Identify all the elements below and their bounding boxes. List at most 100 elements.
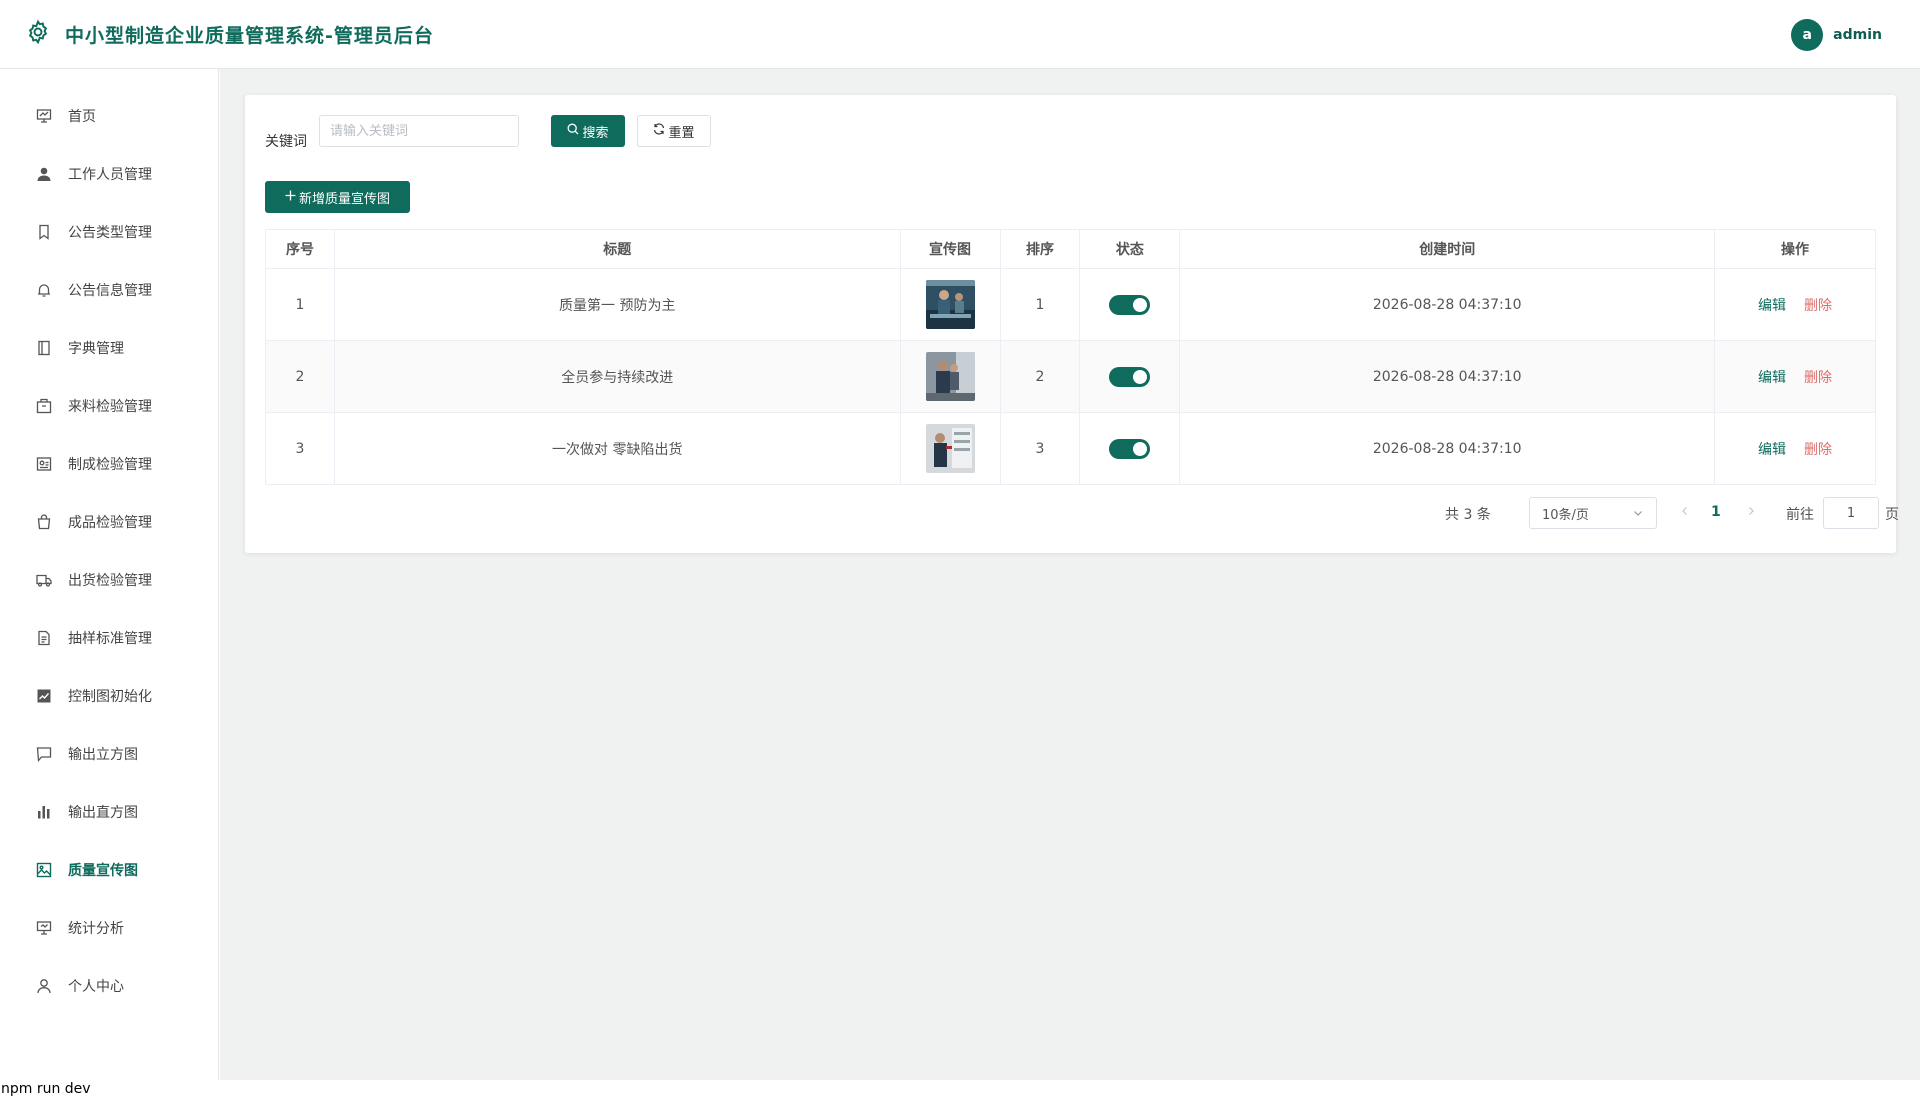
sidebar-item-label: 统计分析 [68,921,124,937]
chevron-left-icon [1679,505,1691,521]
chevron-down-icon [1632,507,1644,523]
brand: 中小型制造企业质量管理系统-管理员后台 [25,19,434,49]
next-page-button[interactable] [1745,505,1757,521]
sidebar-item-staff[interactable]: 工作人员管理 [0,145,219,203]
edit-link[interactable]: 编辑 [1758,298,1786,314]
picture-icon [35,861,53,879]
add-poster-button-label: 新增质量宣传图 [298,191,390,207]
cell-status [1079,412,1181,485]
sidebar-item-histogram[interactable]: 输出直方图 [0,783,219,841]
status-toggle[interactable] [1109,438,1151,459]
status-toggle[interactable] [1109,294,1151,315]
truck-icon [35,571,53,589]
sidebar-item-label: 个人中心 [68,979,124,995]
search-button[interactable]: 搜索 [551,115,625,147]
table-header-row: 序号 标题 宣传图 排序 状态 创建时间 操作 [265,229,1876,269]
sidebar-item-home[interactable]: 首页 [0,87,219,145]
search-button-label: 搜索 [582,125,609,141]
table-row: 3 一次做对 零缺陷出货 3 2026-08-28 04:37:10 编辑 删除 [265,412,1876,485]
column-header-actions: 操作 [1714,229,1876,269]
page-number-current[interactable]: 1 [1711,504,1721,520]
sidebar-item-label: 字典管理 [68,341,124,357]
sidebar-item-control-chart[interactable]: 控制图初始化 [0,667,219,725]
box-icon [35,397,53,415]
table-row: 1 质量第一 预防为主 1 2026-08-28 04:37:10 编辑 删除 [265,268,1876,341]
cell-title: 一次做对 零缺陷出货 [334,412,901,485]
sidebar-item-dictionary[interactable]: 字典管理 [0,319,219,377]
page-suffix-label: 页 [1885,507,1899,523]
cell-index: 2 [265,340,335,413]
user-outline-icon [35,977,53,995]
cell-created: 2026-08-28 04:37:10 [1179,412,1716,485]
search-icon [567,123,582,139]
keyword-label: 关键词 [265,134,307,150]
sidebar-item-label: 首页 [68,109,96,125]
status-toggle[interactable] [1109,366,1151,387]
column-header-title: 标题 [334,229,901,269]
terminal-text: npm run dev [0,1080,1920,1098]
shopping-bag-icon [35,513,53,531]
sidebar-item-process-inspection[interactable]: 制成检验管理 [0,435,219,493]
goto-page-input[interactable] [1823,497,1879,529]
poster-thumbnail[interactable] [925,280,975,329]
cell-image [900,268,1001,341]
cell-created: 2026-08-28 04:37:10 [1179,340,1716,413]
sidebar-item-notice-type[interactable]: 公告类型管理 [0,203,219,261]
column-header-created: 创建时间 [1179,229,1716,269]
table-row: 2 全员参与持续改进 2 2026-08-28 04:37:10 编辑 删除 [265,340,1876,413]
edit-link[interactable]: 编辑 [1758,370,1786,386]
sidebar-item-sampling-standard[interactable]: 抽样标准管理 [0,609,219,667]
column-header-sort: 排序 [1000,229,1081,269]
main-content: 关键词 搜索 重置 新增质量宣传图 序号 标题 宣传图 排序 状态 创建时间 [220,69,1920,1080]
prev-page-button[interactable] [1679,505,1691,521]
user-menu[interactable]: a admin [1791,19,1882,51]
sidebar-item-label: 控制图初始化 [68,689,152,705]
cell-index: 3 [265,412,335,485]
sidebar-item-final-inspection[interactable]: 成品检验管理 [0,493,219,551]
poster-thumbnail[interactable] [925,352,975,401]
presentation-icon [35,745,53,763]
page-size-select[interactable]: 10条/页 [1529,497,1657,529]
poster-thumbnail[interactable] [925,424,975,473]
page-size-value: 10条/页 [1542,507,1589,523]
edit-link[interactable]: 编辑 [1758,442,1786,458]
sidebar-item-incoming-inspection[interactable]: 来料检验管理 [0,377,219,435]
top-bar: 中小型制造企业质量管理系统-管理员后台 a admin [0,0,1920,69]
sidebar-item-notice-info[interactable]: 公告信息管理 [0,261,219,319]
notebook-icon [35,339,53,357]
cell-status [1079,268,1181,341]
sidebar-item-label: 质量宣传图 [68,863,138,879]
cell-actions: 编辑 删除 [1714,412,1876,485]
column-header-status: 状态 [1079,229,1181,269]
delete-link[interactable]: 删除 [1804,370,1832,386]
sidebar-item-cube-chart[interactable]: 输出立方图 [0,725,219,783]
delete-link[interactable]: 删除 [1804,442,1832,458]
keyword-input[interactable] [319,115,519,147]
cell-image [900,340,1001,413]
username[interactable]: admin [1833,27,1882,43]
column-header-image: 宣传图 [900,229,1001,269]
cell-sort: 3 [1000,412,1081,485]
add-poster-button[interactable]: 新增质量宣传图 [265,181,410,213]
cell-title: 全员参与持续改进 [334,340,901,413]
sidebar-item-quality-poster[interactable]: 质量宣传图 [0,841,219,899]
sidebar-item-label: 成品检验管理 [68,515,152,531]
refresh-icon [653,123,668,139]
app-title: 中小型制造企业质量管理系统-管理员后台 [65,24,434,47]
sidebar-item-label: 输出直方图 [68,805,138,821]
document-icon [35,629,53,647]
sidebar-item-profile[interactable]: 个人中心 [0,957,219,1015]
cell-title: 质量第一 预防为主 [334,268,901,341]
avatar[interactable]: a [1791,19,1824,51]
gear-icon [25,19,51,49]
plus-icon [285,190,299,205]
cell-image [900,412,1001,485]
bell-icon [35,281,53,299]
sidebar-item-statistics[interactable]: 统计分析 [0,899,219,957]
sidebar-item-shipping-inspection[interactable]: 出货检验管理 [0,551,219,609]
cell-created: 2026-08-28 04:37:10 [1179,268,1716,341]
delete-link[interactable]: 删除 [1804,298,1832,314]
sidebar-item-label: 制成检验管理 [68,457,152,473]
reset-button[interactable]: 重置 [637,115,711,147]
content-card: 关键词 搜索 重置 新增质量宣传图 序号 标题 宣传图 排序 状态 创建时间 [245,95,1899,553]
